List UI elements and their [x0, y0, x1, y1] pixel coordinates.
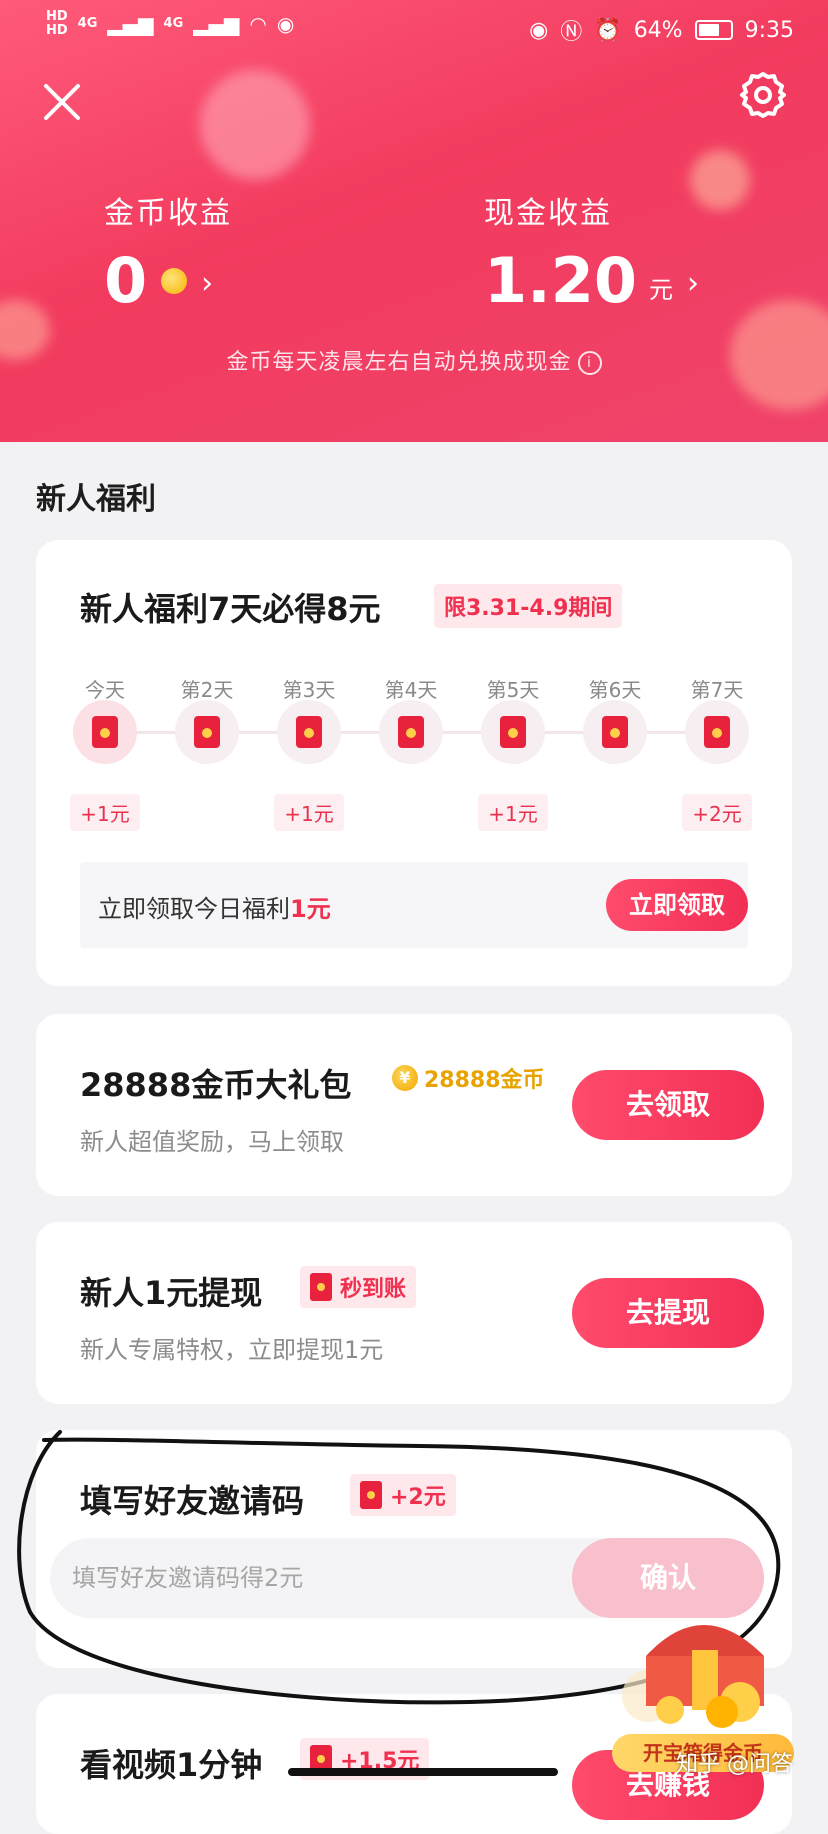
red-envelope-icon: [310, 1273, 332, 1301]
yuan-coin-icon: ¥: [392, 1065, 418, 1091]
chevron-right-icon: ›: [201, 266, 214, 301]
signal-label: 4G: [77, 16, 98, 31]
withdraw-button[interactable]: 去提现: [572, 1278, 764, 1348]
day-reward-circle[interactable]: [481, 700, 545, 764]
day-label: 第4天: [384, 678, 438, 702]
signal-label: 4G: [163, 16, 184, 31]
exchange-note: 金币每天凌晨左右自动兑换成现金 i: [0, 344, 828, 376]
wifi-icon: ◠: [249, 12, 267, 36]
exchange-note-text: 金币每天凌晨左右自动兑换成现金: [226, 350, 572, 375]
red-envelope-icon: [360, 1481, 382, 1509]
day-label: 第6天: [588, 678, 642, 702]
coin-earnings[interactable]: 0 ›: [104, 244, 213, 317]
day-label: 第3天: [282, 678, 336, 702]
red-envelope-icon: [194, 716, 220, 748]
day-label: 今天: [85, 678, 125, 702]
gold-coin-icon: [161, 267, 188, 294]
day-reward-amount: +1元: [274, 794, 344, 831]
invite-reward-badge: +2元: [350, 1474, 456, 1516]
invite-title: 填写好友邀请码: [80, 1482, 305, 1520]
withdraw-subtitle: 新人专属特权，立即提现1元: [80, 1336, 384, 1364]
status-bar: HD HD 4G ▂▄▆ 4G ▂▄▆ ◠ ◉ ◉ Ⓝ ⏰ 64% 9:35: [0, 0, 828, 56]
coin-earnings-value: 0: [104, 244, 148, 317]
red-envelope-icon: [398, 716, 424, 748]
cash-unit: 元: [648, 276, 673, 304]
alarm-icon: ⏰: [594, 17, 622, 43]
cash-earnings-label: 现金收益: [484, 196, 612, 231]
day-label: 第2天: [180, 678, 234, 702]
close-icon[interactable]: [40, 80, 84, 124]
home-indicator[interactable]: [288, 1768, 558, 1776]
battery-percent: 64%: [633, 17, 683, 43]
claim-bar: 立即领取今日福利1元 立即领取: [80, 862, 748, 948]
day-reward-amount: +1元: [70, 794, 140, 831]
eye-icon: ◉: [529, 17, 549, 43]
day-reward-amount: +2元: [682, 794, 752, 831]
bg-glow: [200, 70, 310, 180]
day-label: 第5天: [486, 678, 540, 702]
day-reward-circle[interactable]: [73, 700, 137, 764]
signal-icon: ▂▄▆: [107, 12, 154, 36]
clock-time: 9:35: [744, 17, 794, 43]
withdraw-title: 新人1元提现: [80, 1274, 263, 1312]
info-icon[interactable]: i: [577, 351, 602, 375]
day-label: 第7天: [690, 678, 744, 702]
claim-gift-button[interactable]: 去领取: [572, 1070, 764, 1140]
earnings-header: HD HD 4G ▂▄▆ 4G ▂▄▆ ◠ ◉ ◉ Ⓝ ⏰ 64% 9:35 金币…: [0, 0, 828, 442]
chevron-right-icon: ›: [686, 266, 699, 301]
treasure-chest-icon: [622, 1625, 764, 1728]
bg-glow: [690, 150, 750, 210]
red-envelope-icon: [296, 716, 322, 748]
coin-reward-badge: ¥ 28888金币: [392, 1062, 545, 1094]
red-envelope-icon: [602, 716, 628, 748]
claim-text: 立即领取今日福利1元: [98, 889, 331, 924]
nfc-icon: Ⓝ: [560, 20, 583, 45]
cash-earnings[interactable]: 1.20 元 ›: [484, 244, 699, 317]
watermark: 知乎 @问答: [676, 1752, 793, 1777]
gift-pack-card: 28888金币大礼包 ¥ 28888金币 新人超值奖励，马上领取 去领取: [36, 1014, 792, 1196]
red-envelope-icon: [704, 716, 730, 748]
coin-earnings-label: 金币收益: [104, 196, 232, 231]
day-reward-circle[interactable]: [583, 700, 647, 764]
instant-badge-text: 秒到账: [340, 1277, 407, 1302]
welfare-title: 新人福利7天必得8元: [80, 590, 381, 628]
welfare-7day-card: 新人福利7天必得8元 限3.31-4.9期间 今天 +1元 第2天 第3天 +1元 第4天…: [36, 540, 792, 986]
day-reward-circle[interactable]: [379, 700, 443, 764]
signal-icon: ▂▄▆: [193, 12, 240, 36]
hd-tag: HD: [46, 23, 68, 38]
coin-reward-text: 28888金币: [424, 1068, 545, 1093]
red-envelope-icon: [500, 716, 526, 748]
claim-amount: 1元: [290, 895, 331, 923]
claim-now-button[interactable]: 立即领取: [606, 879, 748, 931]
video-title: 看视频1分钟: [80, 1746, 263, 1784]
instant-badge: 秒到账: [300, 1266, 417, 1308]
battery-icon: [694, 20, 733, 40]
gift-title: 28888金币大礼包: [80, 1066, 352, 1104]
day-reward-circle[interactable]: [175, 700, 239, 764]
day-reward-circle[interactable]: [685, 700, 749, 764]
cash-earnings-value: 1.20: [484, 244, 637, 317]
day-reward-amount: +1元: [478, 794, 548, 831]
section-title: 新人福利: [36, 482, 156, 517]
settings-gear-icon[interactable]: [736, 68, 790, 122]
qq-icon: ◉: [276, 12, 295, 36]
withdraw-card: 新人1元提现 秒到账 新人专属特权，立即提现1元 去提现: [36, 1222, 792, 1404]
red-envelope-icon: [92, 716, 118, 748]
gift-subtitle: 新人超值奖励，马上领取: [80, 1128, 344, 1156]
day-reward-circle[interactable]: [277, 700, 341, 764]
invite-reward-text: +2元: [390, 1485, 446, 1510]
period-badge: 限3.31-4.9期间: [434, 584, 623, 628]
claim-text-label: 立即领取今日福利: [98, 895, 290, 923]
hd-tag: HD: [46, 9, 68, 24]
